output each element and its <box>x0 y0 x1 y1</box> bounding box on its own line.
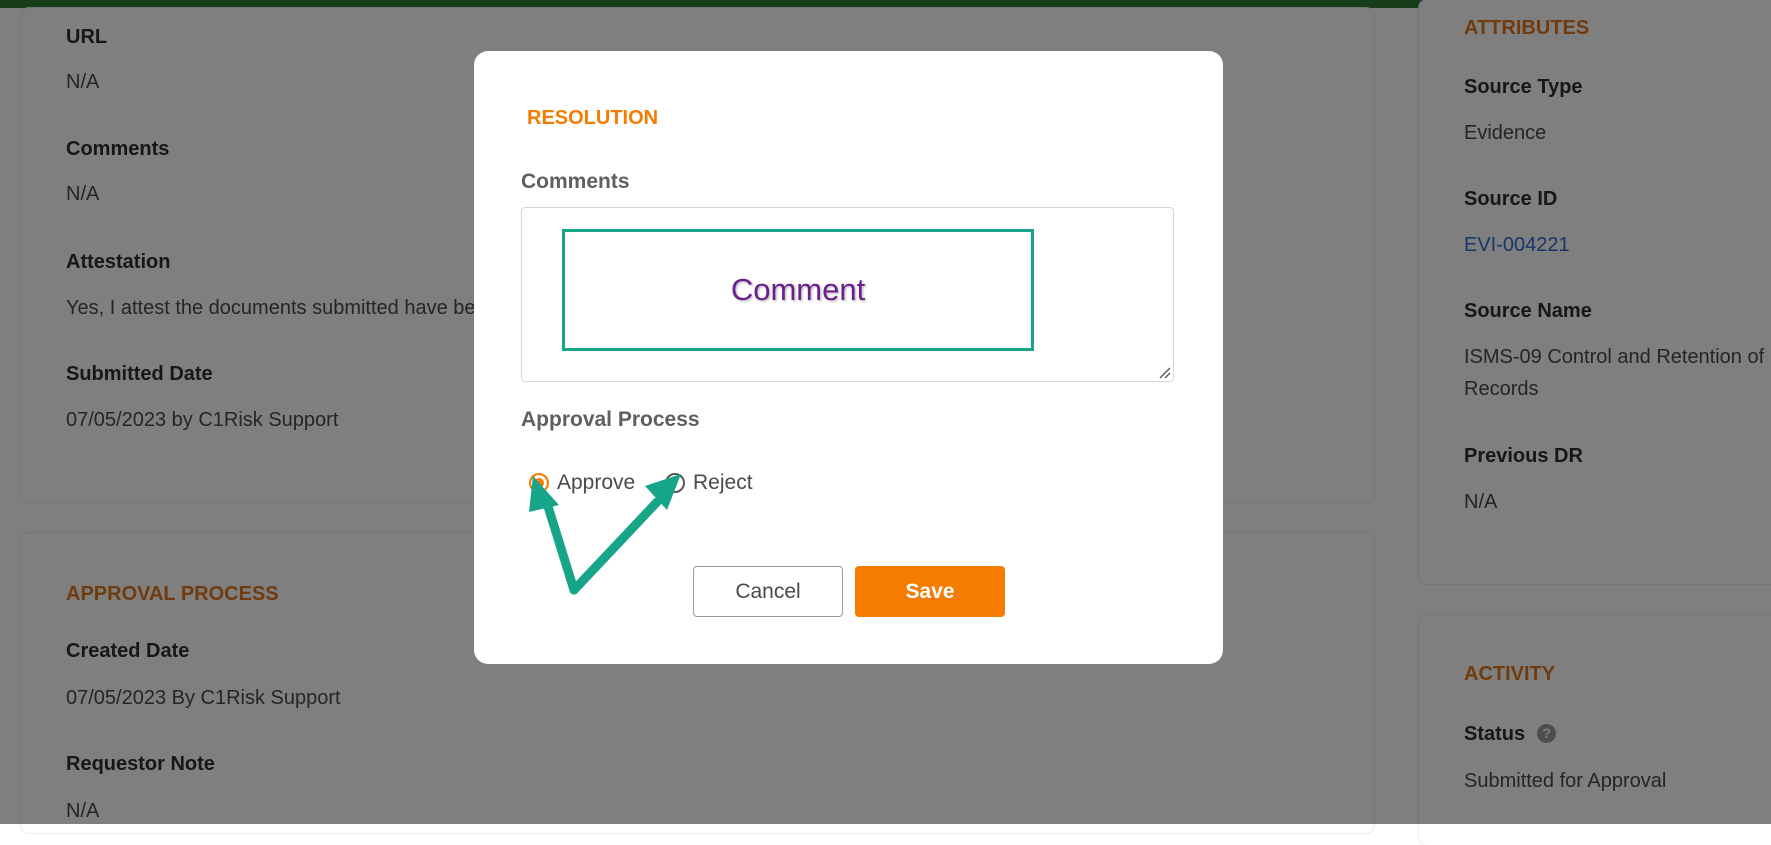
resolution-dialog: RESOLUTION Comments Comment Approval Pro… <box>474 51 1223 664</box>
approve-option[interactable]: Approve <box>529 469 635 497</box>
comment-annotation-text: Comment <box>730 272 866 307</box>
approval-process-label: Approval Process <box>521 408 700 431</box>
reject-option[interactable]: Reject <box>665 469 753 497</box>
approve-label[interactable]: Approve <box>557 471 635 495</box>
comment-annotation-box: Comment <box>562 229 1034 351</box>
reject-label[interactable]: Reject <box>693 471 753 495</box>
comments-field-label: Comments <box>521 170 630 193</box>
dialog-title: RESOLUTION <box>527 107 659 129</box>
reject-radio[interactable] <box>665 473 685 493</box>
cancel-button[interactable]: Cancel <box>693 566 843 617</box>
save-button[interactable]: Save <box>855 566 1005 617</box>
resize-handle-icon[interactable] <box>1157 365 1171 379</box>
approve-radio[interactable] <box>529 473 549 493</box>
